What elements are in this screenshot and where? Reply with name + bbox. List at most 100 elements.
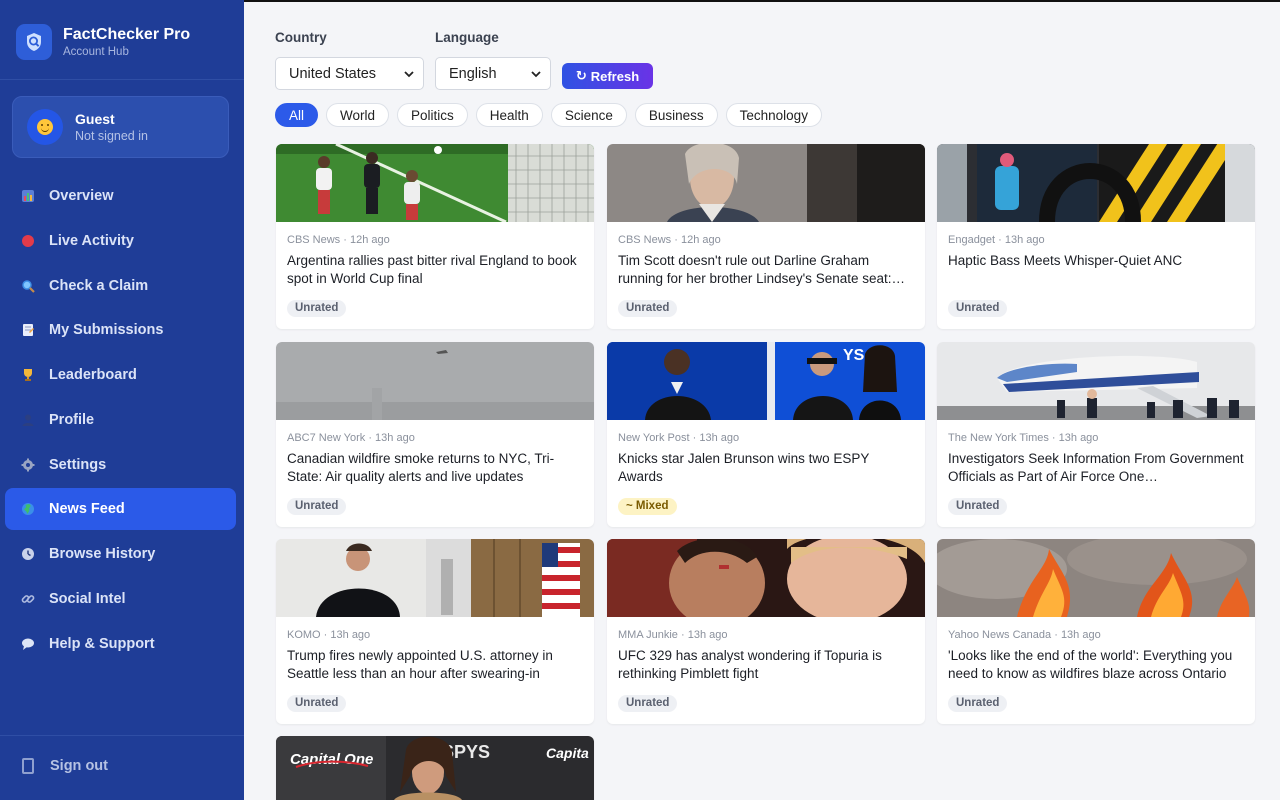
tab-world[interactable]: World [326,103,390,127]
sidebar-item-leaderboard[interactable]: Leaderboard [5,354,236,396]
refresh-label: Refresh [590,68,640,84]
sidebar-item-label: Live Activity [49,232,134,249]
country-label: Country [275,30,327,45]
hazy-skyline-image [276,342,594,420]
article-source: Engadget [948,234,996,246]
category-tabs: All World Politics Health Science Busine… [275,103,830,127]
red-dot-icon [21,234,35,248]
tab-business[interactable]: Business [634,103,718,127]
sidebar-item-label: Settings [49,456,107,473]
sidebar-item-my-submissions[interactable]: My Submissions [5,309,236,351]
article-source: New York Post [618,432,690,444]
sidebar-item-overview[interactable]: Overview [5,175,236,217]
article-title[interactable]: Knicks star Jalen Brunson wins two ESPY … [618,450,914,486]
sign-out-button[interactable]: Sign out [22,758,108,774]
article-title[interactable]: Argentina rallies past bitter rival Engl… [287,252,583,288]
language-select[interactable]: English [435,57,551,90]
article-source: CBS News [287,234,341,246]
sidebar-item-label: Overview [49,188,114,204]
article-time: 12h ago [349,234,390,246]
article-title[interactable]: Haptic Bass Meets Whisper-Quiet ANC [948,252,1244,288]
news-card[interactable]: Yahoo News Canada · 13h ago 'Looks like … [937,539,1255,724]
rating-badge: Unrated [948,695,1008,712]
article-meta: MMA Junkie · 13h ago [618,629,728,641]
article-time: 13h ago [330,629,371,641]
tab-politics[interactable]: Politics [397,103,468,127]
document-icon [21,323,35,337]
sign-out-label: Sign out [50,758,108,774]
sidebar-item-label: Help & Support [49,635,155,652]
bar-chart-icon [21,189,35,203]
chevron-down-icon [403,68,415,84]
brand[interactable]: FactChecker Pro Account Hub [16,24,190,60]
article-time: 12h ago [680,234,721,246]
refresh-button[interactable]: ↻ Refresh [562,63,653,89]
user-card[interactable]: Guest Not signed in [12,96,229,158]
user-name: Guest [75,110,115,127]
sidebar-item-live-activity[interactable]: Live Activity [5,220,236,262]
news-card[interactable]: CBS News · 12h ago Tim Scott doesn't rul… [607,144,925,329]
globe-icon [21,502,35,516]
article-meta: Engadget · 13h ago [948,234,1045,246]
sidebar-item-label: Social Intel [49,590,126,607]
sidebar-item-browse-history[interactable]: Browse History [5,533,236,575]
avatar [27,109,63,145]
news-card[interactable]: KOMO · 13h ago Trump fires newly appoint… [276,539,594,724]
article-time: 13h ago [1058,432,1099,444]
sidebar-item-profile[interactable]: Profile [5,399,236,441]
article-time: 13h ago [1060,629,1101,641]
tab-science[interactable]: Science [550,103,627,127]
sidebar-item-help-support[interactable]: Help & Support [5,623,236,665]
sidebar-item-settings[interactable]: Settings [5,444,236,486]
tab-health[interactable]: Health [475,103,543,127]
sidebar-item-news-feed[interactable]: News Feed [5,488,236,531]
soccer-match-image [276,144,594,222]
speech-bubble-icon [21,637,35,651]
country-select[interactable]: United States [275,57,424,90]
sidebar-item-label: Profile [49,411,95,428]
article-meta: Yahoo News Canada · 13h ago [948,629,1101,641]
news-card[interactable]: The New York Times · 13h ago Investigato… [937,342,1255,527]
svg-text:YS: YS [843,347,865,364]
rating-badge: Unrated [287,695,347,712]
news-card[interactable]: MMA Junkie · 13h ago UFC 329 has analyst… [607,539,925,724]
article-time: 13h ago [699,432,740,444]
article-time: 13h ago [1004,234,1045,246]
air-force-one-image [937,342,1255,420]
fighters-faceoff-image [607,539,925,617]
language-select-value: English [449,65,497,82]
article-title[interactable]: Investigators Seek Information From Gove… [948,450,1244,486]
app-logo-icon [16,24,52,60]
person-icon [21,413,35,427]
sidebar-item-social-intel[interactable]: Social Intel [5,578,236,620]
wildfire-image [937,539,1255,617]
article-meta: New York Post · 13h ago [618,432,740,444]
news-card[interactable]: Engadget · 13h ago Haptic Bass Meets Whi… [937,144,1255,329]
news-card[interactable]: YS New York Post · 13h ago Knicks star J… [607,342,925,527]
rating-badge: Unrated [948,300,1008,317]
news-card[interactable]: Capital One SPYS Capita [276,736,594,800]
user-status: Not signed in [75,128,148,143]
article-title[interactable]: 'Looks like the end of the world': Every… [948,647,1244,683]
sidebar: FactChecker Pro Account Hub Guest Not si… [0,0,244,800]
news-card[interactable]: CBS News · 12h ago Argentina rallies pas… [276,144,594,329]
article-title[interactable]: Canadian wildfire smoke returns to NYC, … [287,450,583,486]
svg-text:Capita: Capita [546,745,589,761]
article-meta: The New York Times · 13h ago [948,432,1099,444]
rating-badge: Unrated [618,695,678,712]
divider [0,735,244,736]
article-source: ABC7 New York [287,432,366,444]
tab-technology[interactable]: Technology [725,103,822,127]
trophy-icon [21,368,35,382]
article-title[interactable]: UFC 329 has analyst wondering if Topuria… [618,647,914,683]
sidebar-item-label: Leaderboard [49,367,137,383]
sidebar-item-check-a-claim[interactable]: Check a Claim [5,265,236,307]
news-card[interactable]: ABC7 New York · 13h ago Canadian wildfir… [276,342,594,527]
language-label: Language [435,30,499,45]
rating-badge: ~ Mixed [618,498,677,515]
article-title[interactable]: Trump fires newly appointed U.S. attorne… [287,647,583,683]
article-source: KOMO [287,629,321,641]
tab-all[interactable]: All [275,103,319,127]
article-title[interactable]: Tim Scott doesn't rule out Darline Graha… [618,252,914,288]
door-icon [22,758,34,774]
